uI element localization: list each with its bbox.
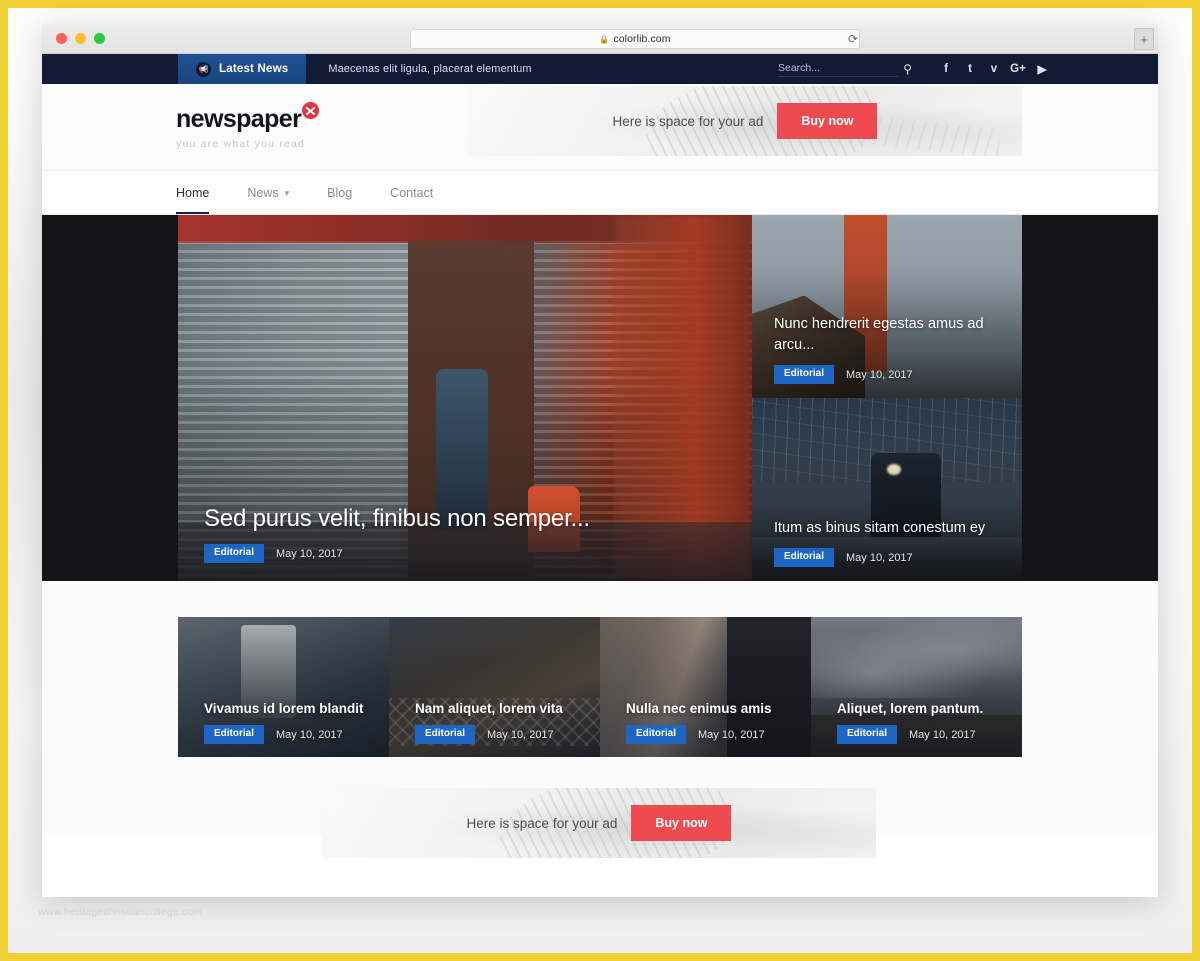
megaphone-icon: 📢 <box>196 61 211 77</box>
card-meta-4: Editorial May 10, 2017 <box>837 725 1012 744</box>
card-title-4[interactable]: Aliquet, lorem pantum. <box>837 701 1012 716</box>
site-logo[interactable]: newspaper you are what you read <box>176 101 320 150</box>
card-title-2[interactable]: Nam aliquet, lorem vita <box>415 701 590 716</box>
category-badge[interactable]: Editorial <box>626 725 687 744</box>
publish-date: May 10, 2017 <box>276 547 343 560</box>
publish-date: May 10, 2017 <box>909 728 976 741</box>
hero-side-article-2[interactable]: Itum as binus sitam conestum ey Editoria… <box>752 398 1022 581</box>
nav-item-home[interactable]: Home <box>176 172 210 214</box>
tumblr-icon[interactable]: t <box>958 63 982 75</box>
article-card-3[interactable]: Nulla nec enimus amis Editorial May 10, … <box>600 617 811 757</box>
nav-item-blog[interactable]: Blog <box>327 172 352 213</box>
close-window-button[interactable] <box>56 33 67 44</box>
top-utility-bar: 📢 Latest News Maecenas elit ligula, plac… <box>42 54 1158 84</box>
publish-date: May 10, 2017 <box>698 728 765 741</box>
category-badge[interactable]: Editorial <box>415 725 476 744</box>
browser-window: 🔒 colorlib.com ⟳ + 📢 Latest News Maecena… <box>42 24 1158 897</box>
nav-item-news-label: News <box>247 186 279 200</box>
hero-featured-article[interactable]: Sed purus velit, finibus non semper... E… <box>178 215 752 581</box>
card-meta-3: Editorial May 10, 2017 <box>626 725 801 744</box>
footer-ad-banner: Here is space for your ad Buy now <box>322 788 876 858</box>
main-navigation: Home News ▾ Blog Contact <box>42 170 1158 215</box>
facebook-icon[interactable]: f <box>934 63 958 75</box>
card-title-3[interactable]: Nulla nec enimus amis <box>626 701 801 716</box>
chevron-down-icon: ▾ <box>284 187 290 198</box>
twitter-icon[interactable]: ᴠ <box>982 63 1006 75</box>
hero-featured-title[interactable]: Sed purus velit, finibus non semper... <box>204 505 590 533</box>
topbar-right-group: ⚲ f t ᴠ G+ ▶ <box>778 54 1054 84</box>
youtube-icon[interactable]: ▶ <box>1030 62 1054 76</box>
category-badge[interactable]: Editorial <box>204 544 265 563</box>
category-badge[interactable]: Editorial <box>204 725 265 744</box>
logo-mark-icon <box>302 101 320 119</box>
header-ad-text: Here is space for your ad <box>612 113 764 129</box>
article-card-4[interactable]: Aliquet, lorem pantum. Editorial May 10,… <box>811 617 1022 757</box>
card-caption-1: Vivamus id lorem blandit Editorial May 1… <box>204 701 379 744</box>
category-badge[interactable]: Editorial <box>774 548 835 567</box>
logo-tagline: you are what you read <box>176 137 306 150</box>
publish-date: May 10, 2017 <box>276 728 343 741</box>
logo-text: newspaper <box>176 104 302 133</box>
category-badge[interactable]: Editorial <box>774 365 835 384</box>
publish-date: May 10, 2017 <box>846 368 913 381</box>
news-ticker-text: Maecenas elit ligula, placerat elementum <box>328 63 532 75</box>
nav-item-blog-label: Blog <box>327 186 353 200</box>
minimize-window-button[interactable] <box>75 33 86 44</box>
zoom-window-button[interactable] <box>94 33 105 44</box>
hero-featured-meta: Editorial May 10, 2017 <box>204 544 590 563</box>
reload-icon[interactable]: ⟳ <box>842 29 864 49</box>
google-plus-icon[interactable]: G+ <box>1006 63 1030 75</box>
hero-inner: Sed purus velit, finibus non semper... E… <box>178 215 1022 581</box>
article-card-2[interactable]: Nam aliquet, lorem vita Editorial May 10… <box>389 617 600 757</box>
article-card-1[interactable]: Vivamus id lorem blandit Editorial May 1… <box>178 617 389 757</box>
search-field-wrapper[interactable]: ⚲ <box>778 61 912 77</box>
hero-side-title-1[interactable]: Nunc hendrerit egestas amus ad arcu... <box>774 314 1006 356</box>
publish-date: May 10, 2017 <box>846 551 913 564</box>
card-meta-2: Editorial May 10, 2017 <box>415 725 590 744</box>
card-title-1[interactable]: Vivamus id lorem blandit <box>204 701 379 716</box>
hero-side-article-1[interactable]: Nunc hendrerit egestas amus ad arcu... E… <box>752 215 1022 398</box>
site-header: newspaper you are what you read Here is … <box>42 84 1158 170</box>
search-input[interactable] <box>778 61 898 74</box>
watermark: www.heritagechristiancollege.com <box>38 906 203 918</box>
article-card-row: Vivamus id lorem blandit Editorial May 1… <box>178 617 1022 757</box>
hero-side-title-2[interactable]: Itum as binus sitam conestum ey <box>774 518 1006 539</box>
latest-news-badge[interactable]: 📢 Latest News <box>178 54 307 84</box>
new-tab-button[interactable]: + <box>1134 28 1154 50</box>
card-caption-3: Nulla nec enimus amis Editorial May 10, … <box>626 701 801 744</box>
content-section: Vivamus id lorem blandit Editorial May 1… <box>42 581 1158 858</box>
nav-item-contact[interactable]: Contact <box>390 172 433 213</box>
nav-item-home-label: Home <box>176 186 210 200</box>
hero-side-meta-2: Editorial May 10, 2017 <box>774 548 1006 567</box>
search-icon[interactable]: ⚲ <box>903 63 912 75</box>
hero-side-column: Nunc hendrerit egestas amus ad arcu... E… <box>752 215 1022 581</box>
card-caption-2: Nam aliquet, lorem vita Editorial May 10… <box>415 701 590 744</box>
card-meta-1: Editorial May 10, 2017 <box>204 725 379 744</box>
lock-icon: 🔒 <box>599 34 610 44</box>
footer-ad-text: Here is space for your ad <box>466 815 618 831</box>
traffic-lights <box>56 33 105 44</box>
category-badge[interactable]: Editorial <box>837 725 898 744</box>
hero-featured-caption: Sed purus velit, finibus non semper... E… <box>204 505 590 563</box>
publish-date: May 10, 2017 <box>487 728 554 741</box>
nav-item-contact-label: Contact <box>390 186 434 200</box>
header-ad-banner: Here is space for your ad Buy now <box>468 86 1022 156</box>
hero-section: Sed purus velit, finibus non semper... E… <box>42 215 1158 581</box>
hero-side-caption-1: Nunc hendrerit egestas amus ad arcu... E… <box>774 314 1006 384</box>
latest-news-label: Latest News <box>219 63 289 75</box>
address-bar[interactable]: 🔒 colorlib.com <box>410 29 860 49</box>
header-ad-buy-now-button[interactable]: Buy now <box>777 103 878 139</box>
hero-side-meta-1: Editorial May 10, 2017 <box>774 365 1006 384</box>
social-links: f t ᴠ G+ ▶ <box>934 62 1054 76</box>
nav-item-news[interactable]: News ▾ <box>247 172 289 213</box>
site-viewport: 📢 Latest News Maecenas elit ligula, plac… <box>42 54 1158 897</box>
footer-ad-buy-now-button[interactable]: Buy now <box>631 805 732 841</box>
address-bar-url: colorlib.com <box>613 33 671 45</box>
browser-chrome: 🔒 colorlib.com ⟳ + <box>42 24 1158 54</box>
hero-side-caption-2: Itum as binus sitam conestum ey Editoria… <box>774 518 1006 567</box>
card-caption-4: Aliquet, lorem pantum. Editorial May 10,… <box>837 701 1012 744</box>
